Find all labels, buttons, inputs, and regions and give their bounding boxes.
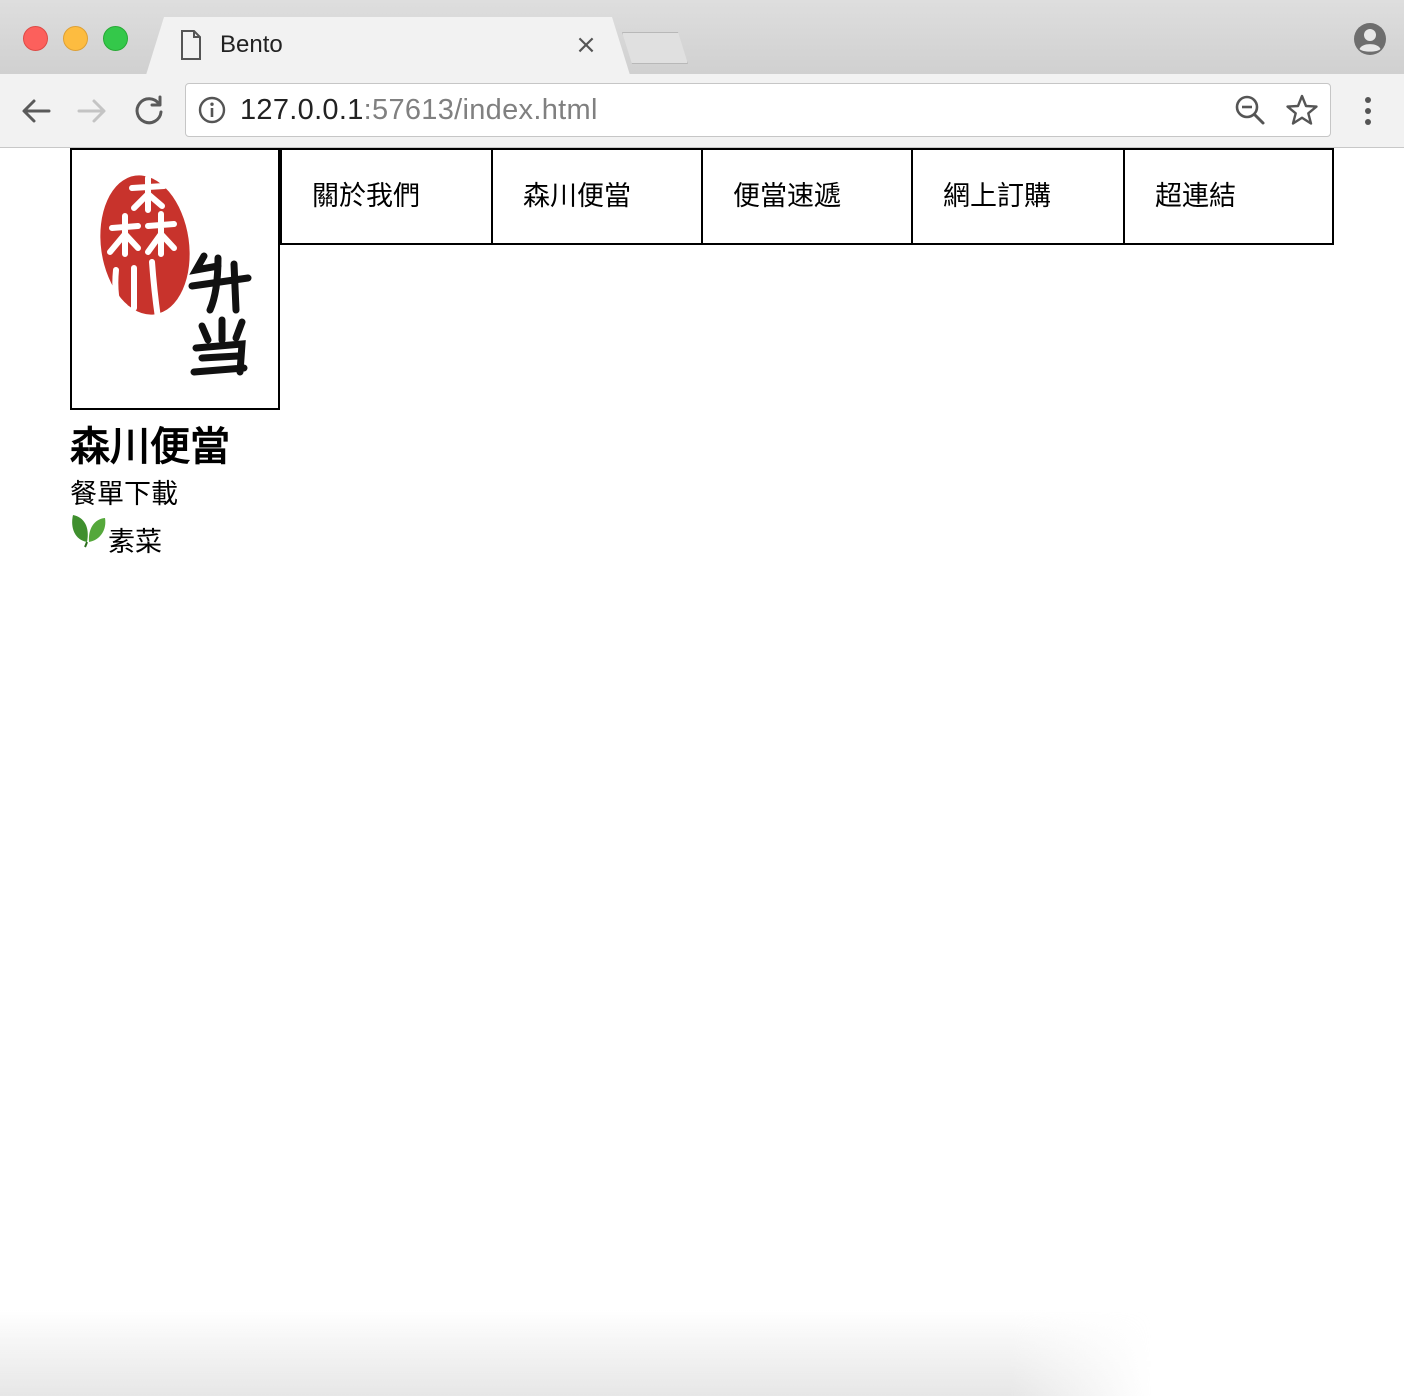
seal-logo-image: [100, 175, 252, 376]
nav-online-order[interactable]: 網上訂購: [911, 148, 1126, 245]
forward-arrow-icon[interactable]: [75, 94, 109, 128]
url-host: 127.0.0.1: [240, 94, 364, 126]
tab-title: Bento: [220, 31, 283, 58]
url-text[interactable]: 127.0.0.1:57613/index.html: [240, 94, 598, 127]
page-title: 森川便當: [70, 424, 230, 470]
info-icon[interactable]: [198, 96, 226, 124]
tab-close-icon[interactable]: ×: [574, 30, 598, 60]
nav-bento-delivery[interactable]: 便當速遞: [701, 148, 913, 245]
bottom-shadow: [0, 1310, 1404, 1396]
nav-about-us[interactable]: 關於我們: [280, 148, 493, 245]
new-tab-button[interactable]: [622, 32, 688, 64]
window-minimize-button[interactable]: [63, 26, 88, 51]
document-icon: [181, 30, 201, 60]
menu-download-link[interactable]: 餐單下載: [70, 472, 178, 511]
back-arrow-icon[interactable]: [19, 94, 53, 128]
bookmark-star-icon[interactable]: [1285, 93, 1319, 127]
nav-links[interactable]: 超連結: [1123, 148, 1334, 245]
reload-icon[interactable]: [132, 94, 166, 128]
logo[interactable]: [70, 148, 280, 410]
zoom-out-icon[interactable]: [1234, 94, 1266, 126]
window-maximize-button[interactable]: [103, 26, 128, 51]
vegetarian-label: 素菜: [108, 527, 162, 558]
nav-morikawa-bento[interactable]: 森川便當: [491, 148, 703, 245]
browser-tab[interactable]: [146, 17, 630, 75]
url-path: :57613/index.html: [363, 94, 598, 126]
leaf-icon: [72, 515, 106, 548]
kebab-menu-icon[interactable]: [1356, 94, 1380, 128]
profile-icon[interactable]: [1353, 22, 1387, 56]
window-close-button[interactable]: [23, 26, 48, 51]
